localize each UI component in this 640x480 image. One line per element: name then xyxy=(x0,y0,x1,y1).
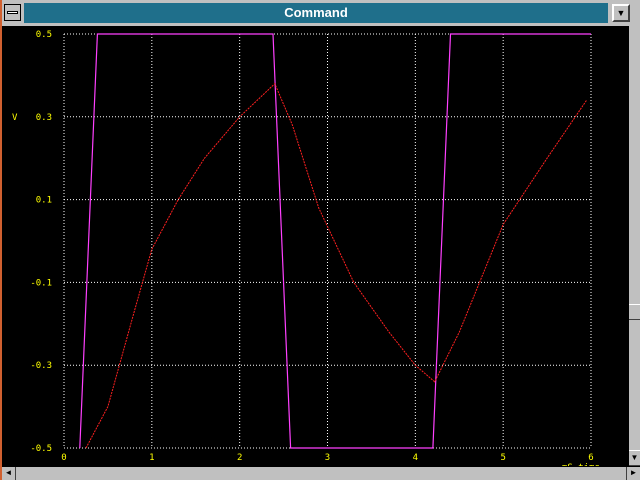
series-line-1 xyxy=(85,82,588,449)
scroll-right-button[interactable]: ► xyxy=(626,467,640,480)
y-tick-label-4: 0.3 xyxy=(36,113,52,123)
x-tick-label-2: 2 xyxy=(237,453,242,463)
command-window: Command ▼ 0 1 2 3 4 5 6 -0.5 -0.3 -0.1 0.1 0.3 0.5 V… xyxy=(0,0,640,480)
system-menu-icon[interactable] xyxy=(4,4,21,21)
title-bar[interactable]: Command ▼ xyxy=(2,0,640,26)
y-tick-label-1: -0.3 xyxy=(30,361,52,371)
y-tick-label-5: 0.5 xyxy=(36,30,52,40)
x-tick-label-0: 0 xyxy=(61,453,66,463)
x-tick-label-1: 1 xyxy=(149,453,154,463)
y-axis-label: V xyxy=(12,113,18,123)
y-tick-label-0: -0.5 xyxy=(30,444,52,454)
chart: 0123456-0.5-0.3-0.10.10.30.5 V mS time xyxy=(12,30,600,466)
x-tick-label-5: 5 xyxy=(500,453,505,463)
x-tick-label-3: 3 xyxy=(325,453,330,463)
vertical-scroll-thumb[interactable] xyxy=(629,304,640,320)
x-tick-label-6: 6 xyxy=(588,453,593,463)
y-tick-label-3: 0.1 xyxy=(36,196,52,206)
minimize-button[interactable]: ▼ xyxy=(612,4,630,22)
horizontal-scrollbar[interactable]: ◄ ► xyxy=(2,466,640,480)
vertical-scrollbar[interactable]: ▼ xyxy=(628,26,640,466)
y-tick-label-2: -0.1 xyxy=(30,278,52,288)
tick-labels: 0 1 2 3 4 5 6 -0.5 -0.3 -0.1 0.1 0.3 0.5 xyxy=(30,30,593,463)
series-lines xyxy=(79,33,591,449)
window-title: Command xyxy=(24,3,608,23)
x-tick-label-4: 4 xyxy=(413,453,418,463)
grid xyxy=(63,33,592,449)
scroll-down-button[interactable]: ▼ xyxy=(629,450,640,466)
scroll-left-button[interactable]: ◄ xyxy=(2,467,16,480)
